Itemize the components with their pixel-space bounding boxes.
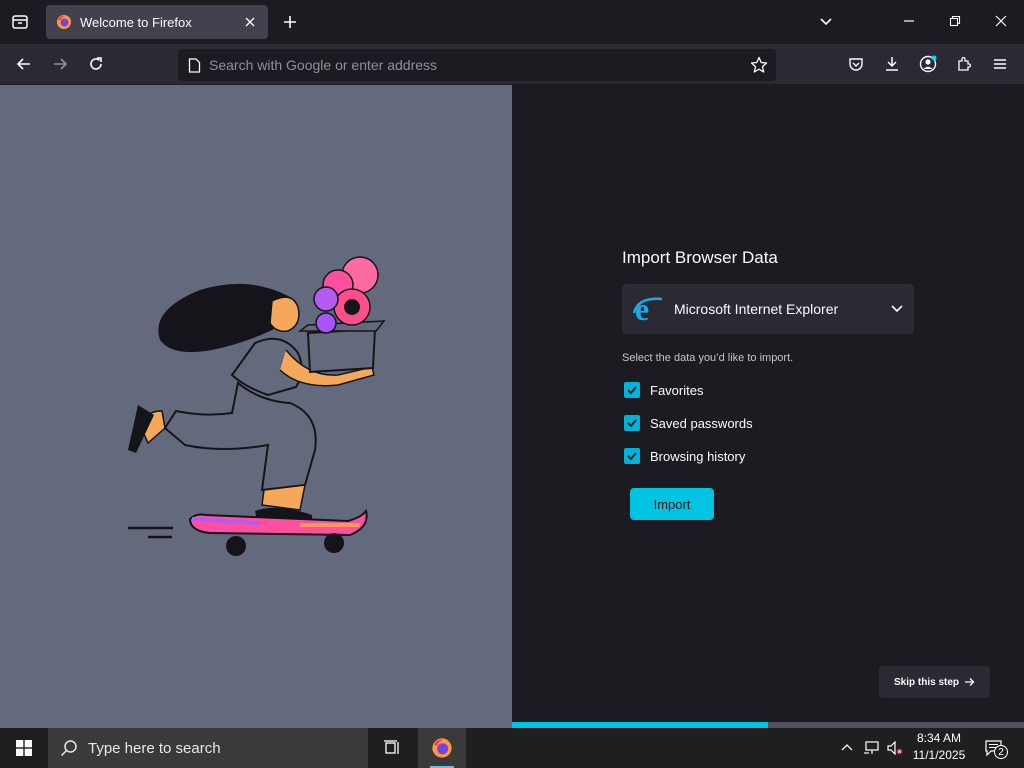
hamburger-menu-icon [993, 57, 1007, 71]
browsing-history-label: Browsing history [650, 448, 746, 464]
tab-title: Welcome to Firefox [80, 14, 192, 30]
action-center-button[interactable]: 2 [978, 732, 1010, 764]
notification-count-badge: 2 [994, 745, 1008, 759]
skateboarder-illustration [128, 256, 386, 556]
minimize-button[interactable] [896, 8, 922, 34]
import-button[interactable]: Import [630, 488, 714, 520]
import-instructions: Select the data you’d like to import. [622, 352, 794, 364]
url-bar[interactable] [178, 49, 776, 81]
back-button[interactable] [12, 52, 36, 76]
minimize-icon [903, 15, 915, 27]
page-icon [188, 57, 201, 73]
star-icon[interactable] [750, 56, 768, 74]
reload-icon [88, 56, 104, 72]
taskbar-firefox-button[interactable] [418, 728, 466, 768]
app-menu-button[interactable] [988, 52, 1012, 76]
browser-select-dropdown[interactable]: e Microsoft Internet Explorer [622, 284, 914, 334]
browsing-history-checkbox[interactable]: Browsing history [624, 448, 745, 464]
url-input[interactable] [209, 57, 750, 73]
close-icon[interactable] [240, 12, 260, 32]
illustration-panel [0, 85, 512, 728]
volume-muted-icon [887, 741, 903, 755]
taskbar-search-placeholder: Type here to search [88, 739, 221, 757]
extensions-button[interactable] [952, 52, 976, 76]
pocket-button[interactable] [844, 52, 868, 76]
new-tab-button[interactable] [278, 10, 302, 34]
firefox-logo-icon [56, 14, 72, 30]
checkmark-icon[interactable] [624, 382, 640, 398]
chevron-down-icon [819, 15, 833, 29]
account-icon [919, 55, 937, 73]
browser-select-label: Microsoft Internet Explorer [674, 301, 839, 317]
favorites-checkbox[interactable]: Favorites [624, 382, 703, 398]
back-arrow-icon [16, 56, 32, 72]
skip-label: Skip this step [893, 676, 959, 688]
plus-icon [283, 15, 297, 29]
restore-button[interactable] [942, 8, 968, 34]
arrow-right-icon [964, 677, 975, 687]
notification-icon: 2 [984, 739, 1008, 759]
extensions-icon [956, 56, 972, 72]
saved-passwords-label: Saved passwords [650, 415, 753, 431]
windows-start-icon [16, 740, 32, 756]
download-icon [884, 56, 900, 72]
window-close-icon [995, 15, 1007, 27]
window-close-button[interactable] [988, 8, 1014, 34]
taskbar-clock[interactable]: 8:34 AM 11/1/2025 [904, 730, 974, 766]
windows-taskbar: Type here to search 8:34 AM 11/1/2025 2 [0, 728, 1024, 768]
network-button[interactable] [860, 736, 882, 760]
search-icon [60, 739, 78, 757]
import-title: Import Browser Data [622, 248, 778, 267]
nav-bar [0, 44, 1024, 84]
volume-button[interactable] [884, 736, 906, 760]
tab-strip: Welcome to Firefox [0, 0, 1024, 44]
checkmark-icon[interactable] [624, 448, 640, 464]
clock-date: 11/1/2025 [912, 748, 966, 762]
pocket-icon [848, 56, 864, 72]
start-button[interactable] [0, 728, 48, 768]
skip-step-button[interactable]: Skip this step [879, 666, 990, 698]
ie-logo-icon: e [632, 293, 664, 325]
network-icon [863, 741, 879, 755]
restore-icon [949, 15, 961, 27]
taskbar-search-box[interactable]: Type here to search [48, 728, 368, 768]
task-view-icon [383, 740, 401, 756]
firefox-view-icon[interactable] [8, 10, 32, 34]
forward-arrow-icon [52, 56, 68, 72]
chevron-up-icon [841, 742, 853, 754]
firefox-logo-icon [431, 737, 453, 759]
chevron-down-icon [890, 302, 904, 316]
import-panel: Import Browser Data e Microsoft Internet… [512, 85, 1024, 728]
reload-button[interactable] [84, 52, 108, 76]
tab-welcome[interactable]: Welcome to Firefox [46, 5, 268, 39]
favorites-label: Favorites [650, 382, 704, 398]
task-view-button[interactable] [372, 728, 412, 768]
checkmark-icon[interactable] [624, 415, 640, 431]
svg-text:e: e [635, 293, 649, 325]
saved-passwords-checkbox[interactable]: Saved passwords [624, 415, 753, 431]
downloads-button[interactable] [880, 52, 904, 76]
account-button[interactable] [916, 52, 940, 76]
show-hidden-icons-button[interactable] [836, 736, 858, 760]
list-all-tabs-button[interactable] [814, 10, 838, 34]
forward-button[interactable] [48, 52, 72, 76]
clock-time: 8:34 AM [916, 731, 962, 745]
